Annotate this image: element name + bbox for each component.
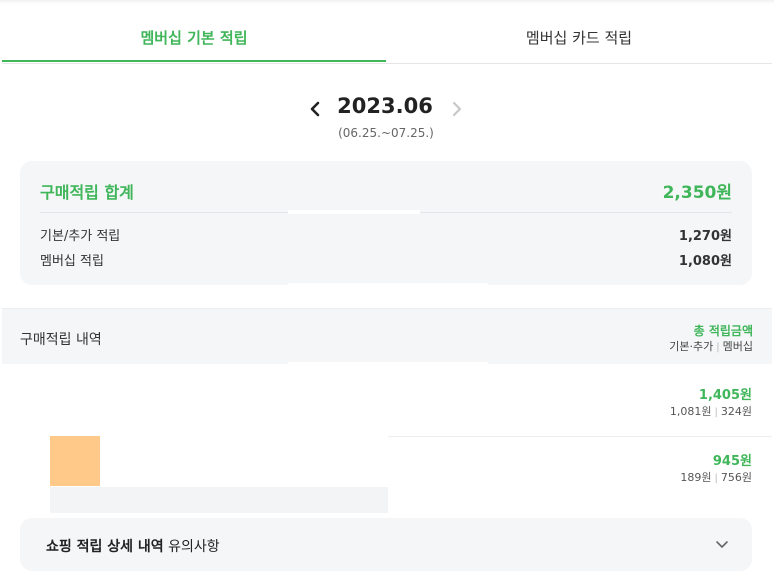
entry-total: 945원 — [712, 454, 752, 469]
history-title: 구매적립 내역 — [20, 332, 102, 348]
tab-membership-card[interactable]: 멤버십 카드 적립 — [386, 0, 772, 62]
product-thumbnail[interactable] — [50, 436, 100, 486]
month-navigator: 2023.06 (06.25.~07.25.) — [0, 92, 774, 142]
redacted-product-info — [50, 487, 388, 513]
notice-accordion[interactable]: 쇼핑 적립 상세 내역 유의사항 — [20, 518, 752, 571]
entry-total: 1,405원 — [698, 388, 752, 403]
chevron-down-icon[interactable] — [714, 536, 730, 552]
entry-separator: | — [714, 407, 718, 418]
summary-row-value: 1,080원 — [678, 254, 732, 269]
history-entry[interactable]: 945원 189원 | 756원 — [680, 454, 752, 486]
entry-membership: 756원 — [720, 471, 752, 484]
redaction-mask — [288, 210, 420, 214]
notice-subtitle: 유의사항 — [168, 539, 220, 555]
chevron-right-icon[interactable] — [447, 97, 467, 121]
notice-title: 쇼핑 적립 상세 내역 — [46, 539, 164, 555]
entry-breakdown: 1,081원 | 324원 — [670, 404, 752, 420]
summary-row-label: 기본/추가 적립 — [40, 229, 121, 244]
legend-separator: | — [716, 342, 720, 353]
history-entry[interactable]: 1,405원 1,081원 | 324원 — [670, 388, 752, 420]
legend-total-label: 총 적립금액 — [693, 324, 753, 338]
redaction-mask — [288, 362, 488, 436]
summary-card: 구매적립 합계 2,350원 기본/추가 적립 1,270원 멤버십 적립 1,… — [20, 161, 752, 285]
notice-label: 쇼핑 적립 상세 내역 유의사항 — [46, 536, 220, 556]
entry-membership: 324원 — [720, 405, 752, 418]
chevron-left-icon[interactable] — [305, 97, 325, 121]
redaction-mask — [288, 283, 488, 309]
summary-row-value: 1,270원 — [678, 229, 732, 244]
summary-title: 구매적립 합계 — [40, 183, 134, 202]
legend-breakdown: 기본·추가 | 멤버십 — [669, 338, 753, 354]
tab-membership-basic[interactable]: 멤버십 기본 적립 — [2, 0, 386, 62]
tab-bar: 멤버십 기본 적립 멤버십 카드 적립 — [2, 0, 772, 64]
legend-membership-label: 멤버십 — [722, 340, 753, 353]
summary-total: 2,350원 — [662, 183, 732, 203]
entry-basic: 1,081원 — [669, 405, 712, 418]
entry-divider — [388, 436, 772, 437]
month-date-range: (06.25.~07.25.) — [338, 126, 434, 140]
entry-separator: | — [714, 473, 718, 484]
entry-basic: 189원 — [680, 471, 712, 484]
history-header: 구매적립 내역 총 적립금액 기본·추가 | 멤버십 — [2, 308, 772, 364]
summary-row-label: 멤버십 적립 — [40, 254, 104, 269]
entry-breakdown: 189원 | 756원 — [680, 470, 752, 486]
legend-basic-label: 기본·추가 — [669, 340, 714, 353]
month-title: 2023.06 — [337, 94, 433, 118]
